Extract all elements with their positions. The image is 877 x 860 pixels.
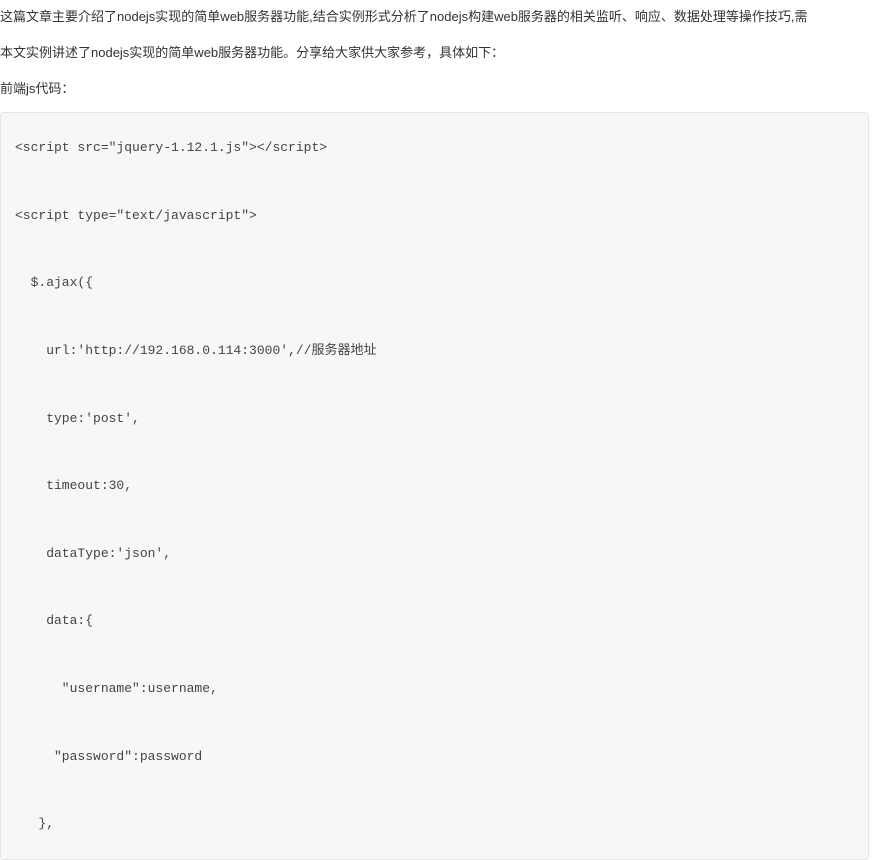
code-line: type:'post', <box>15 411 140 426</box>
code-line: }, <box>15 816 54 831</box>
code-line: "username":username, <box>15 681 218 696</box>
code-line: dataType:'json', <box>15 546 171 561</box>
article-description: 本文实例讲述了nodejs实现的简单web服务器功能。分享给大家供大家参考，具体… <box>0 42 877 64</box>
code-line: timeout:30, <box>15 478 132 493</box>
code-line: url:'http://192.168.0.114:3000',//服务器地址 <box>15 343 376 358</box>
code-line: <script src="jquery-1.12.1.js"></script> <box>15 140 327 155</box>
code-line: $.ajax({ <box>15 275 93 290</box>
code-label: 前端js代码： <box>0 78 877 100</box>
article-intro: 这篇文章主要介绍了nodejs实现的简单web服务器功能,结合实例形式分析了no… <box>0 6 877 28</box>
code-line: "password":password <box>15 749 202 764</box>
code-line: <script type="text/javascript"> <box>15 208 257 223</box>
code-line: data:{ <box>15 613 93 628</box>
code-block: <script src="jquery-1.12.1.js"></script>… <box>0 112 869 860</box>
